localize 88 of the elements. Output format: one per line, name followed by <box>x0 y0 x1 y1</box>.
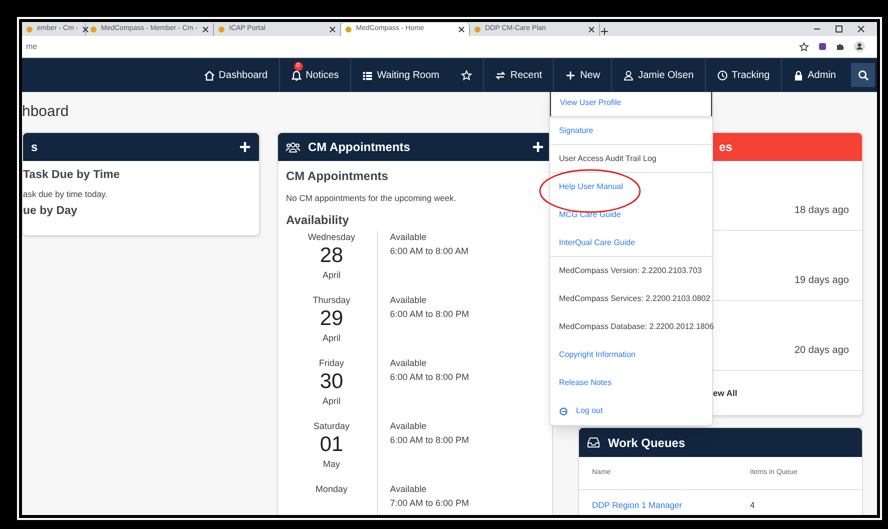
bell-icon <box>290 70 302 80</box>
close-icon[interactable] <box>329 26 336 33</box>
site-icon <box>26 26 33 33</box>
availability-status: Available <box>390 231 428 244</box>
menu-info-text: MedCompass Services: 2.2200.2103.0802 <box>558 293 712 305</box>
menu-item[interactable]: Signature <box>550 117 712 145</box>
close-icon[interactable] <box>458 26 465 33</box>
menu-info-text: MedCompass Version: 2.2200.2103.703 <box>558 265 703 277</box>
empty-message: No CM appointments for the upcoming week. <box>286 192 458 205</box>
home-icon <box>204 70 215 80</box>
new-tab-icon[interactable] <box>600 27 609 36</box>
availability-hours: 6:00 AM to 8:00 PM <box>390 308 470 321</box>
bookmark-star-icon[interactable] <box>799 42 809 52</box>
availability-hours: 6:00 AM to 8:00 AM <box>390 245 469 258</box>
month-label: April <box>322 332 340 345</box>
month-label: April <box>322 269 340 282</box>
nav-item[interactable]: Recent <box>483 58 554 92</box>
availability-status: Available <box>390 357 428 370</box>
close-icon[interactable] <box>588 26 595 33</box>
date-number: 30 <box>320 369 344 395</box>
nav-item[interactable]: Admin <box>780 58 847 92</box>
address-bar-text: me <box>26 40 38 52</box>
page-title: hboard <box>22 102 69 122</box>
close-icon[interactable] <box>202 26 209 33</box>
plus-icon <box>565 70 576 80</box>
people-icon <box>286 142 300 152</box>
weekday-label: Friday <box>318 357 344 369</box>
maximize-icon[interactable] <box>835 25 843 33</box>
list-icon <box>362 70 373 80</box>
menu-item[interactable]: InterQual Care Guide <box>550 229 712 257</box>
inbox-icon <box>587 437 600 448</box>
weekday-label: Wednesday <box>308 231 356 243</box>
date-number: 28 <box>320 243 344 269</box>
weekday-label: Thursday <box>312 294 350 306</box>
availability-status: Available <box>390 294 428 307</box>
puzzle-icon[interactable] <box>836 42 845 51</box>
exchange-icon <box>495 70 506 80</box>
menu-item[interactable]: View User Profile <box>550 92 712 117</box>
availability-status: Available <box>390 483 428 496</box>
availability-hours: 6:00 AM to 8:00 PM <box>390 434 470 447</box>
month-label: April <box>322 395 340 408</box>
menu-info-text: MedCompass Database: 2.2200.2012.1806 <box>558 321 712 333</box>
section-heading: Availability <box>286 212 350 229</box>
availability-status: Available <box>390 420 428 433</box>
section-heading: CM Appointments <box>286 168 390 185</box>
card-title: Work Queues <box>608 434 686 452</box>
availability-hours: 7:00 AM to 6:00 PM <box>390 497 470 510</box>
availability-hours: 6:00 AM to 8:00 PM <box>390 371 470 384</box>
lock-icon <box>792 70 804 80</box>
extension-icon[interactable] <box>818 42 827 51</box>
menu-item[interactable]: Release Notes <box>550 369 712 397</box>
date-number: 01 <box>320 432 344 458</box>
search-button[interactable] <box>851 63 875 87</box>
user-icon <box>623 70 634 80</box>
menu-item[interactable]: Copyright Information <box>550 341 712 369</box>
table-cell: 4 <box>750 498 755 512</box>
card-title: s <box>31 139 38 156</box>
empty-message: ask due by time today. <box>23 188 108 201</box>
timestamp: 20 days ago <box>794 344 849 358</box>
timestamp: 18 days ago <box>794 204 849 218</box>
card-title: es <box>719 139 732 156</box>
search-icon <box>858 70 868 80</box>
close-icon[interactable] <box>82 26 90 33</box>
star-icon <box>461 70 472 80</box>
add-icon[interactable] <box>239 141 251 153</box>
date-number: 29 <box>320 306 344 332</box>
site-icon <box>90 26 97 33</box>
site-icon <box>218 26 225 33</box>
section-heading: Task Due by Time <box>23 168 121 184</box>
logout-icon <box>559 406 568 416</box>
weekday-label: Saturday <box>313 420 350 432</box>
site-icon <box>474 26 481 33</box>
add-icon[interactable] <box>532 141 544 153</box>
clock-icon <box>716 70 728 80</box>
nav-item[interactable]: Waiting Room <box>350 58 450 92</box>
view-all-link[interactable]: ew All <box>713 386 738 400</box>
menu-item[interactable]: Log out <box>550 397 712 425</box>
section-heading: ue by Day <box>23 204 78 220</box>
nav-item[interactable]: Dashboard <box>192 58 279 92</box>
profile-icon[interactable] <box>854 41 865 52</box>
timestamp: 19 days ago <box>794 274 849 288</box>
close-icon[interactable] <box>857 25 865 33</box>
month-label: May <box>322 458 340 471</box>
weekday-label: Monday <box>315 483 348 495</box>
menu-item[interactable]: Help User Manual <box>550 173 712 201</box>
site-icon <box>345 26 352 33</box>
queue-link[interactable]: DDP Region 1 Manager <box>592 500 682 510</box>
card-title: CM Appointments <box>308 139 410 156</box>
